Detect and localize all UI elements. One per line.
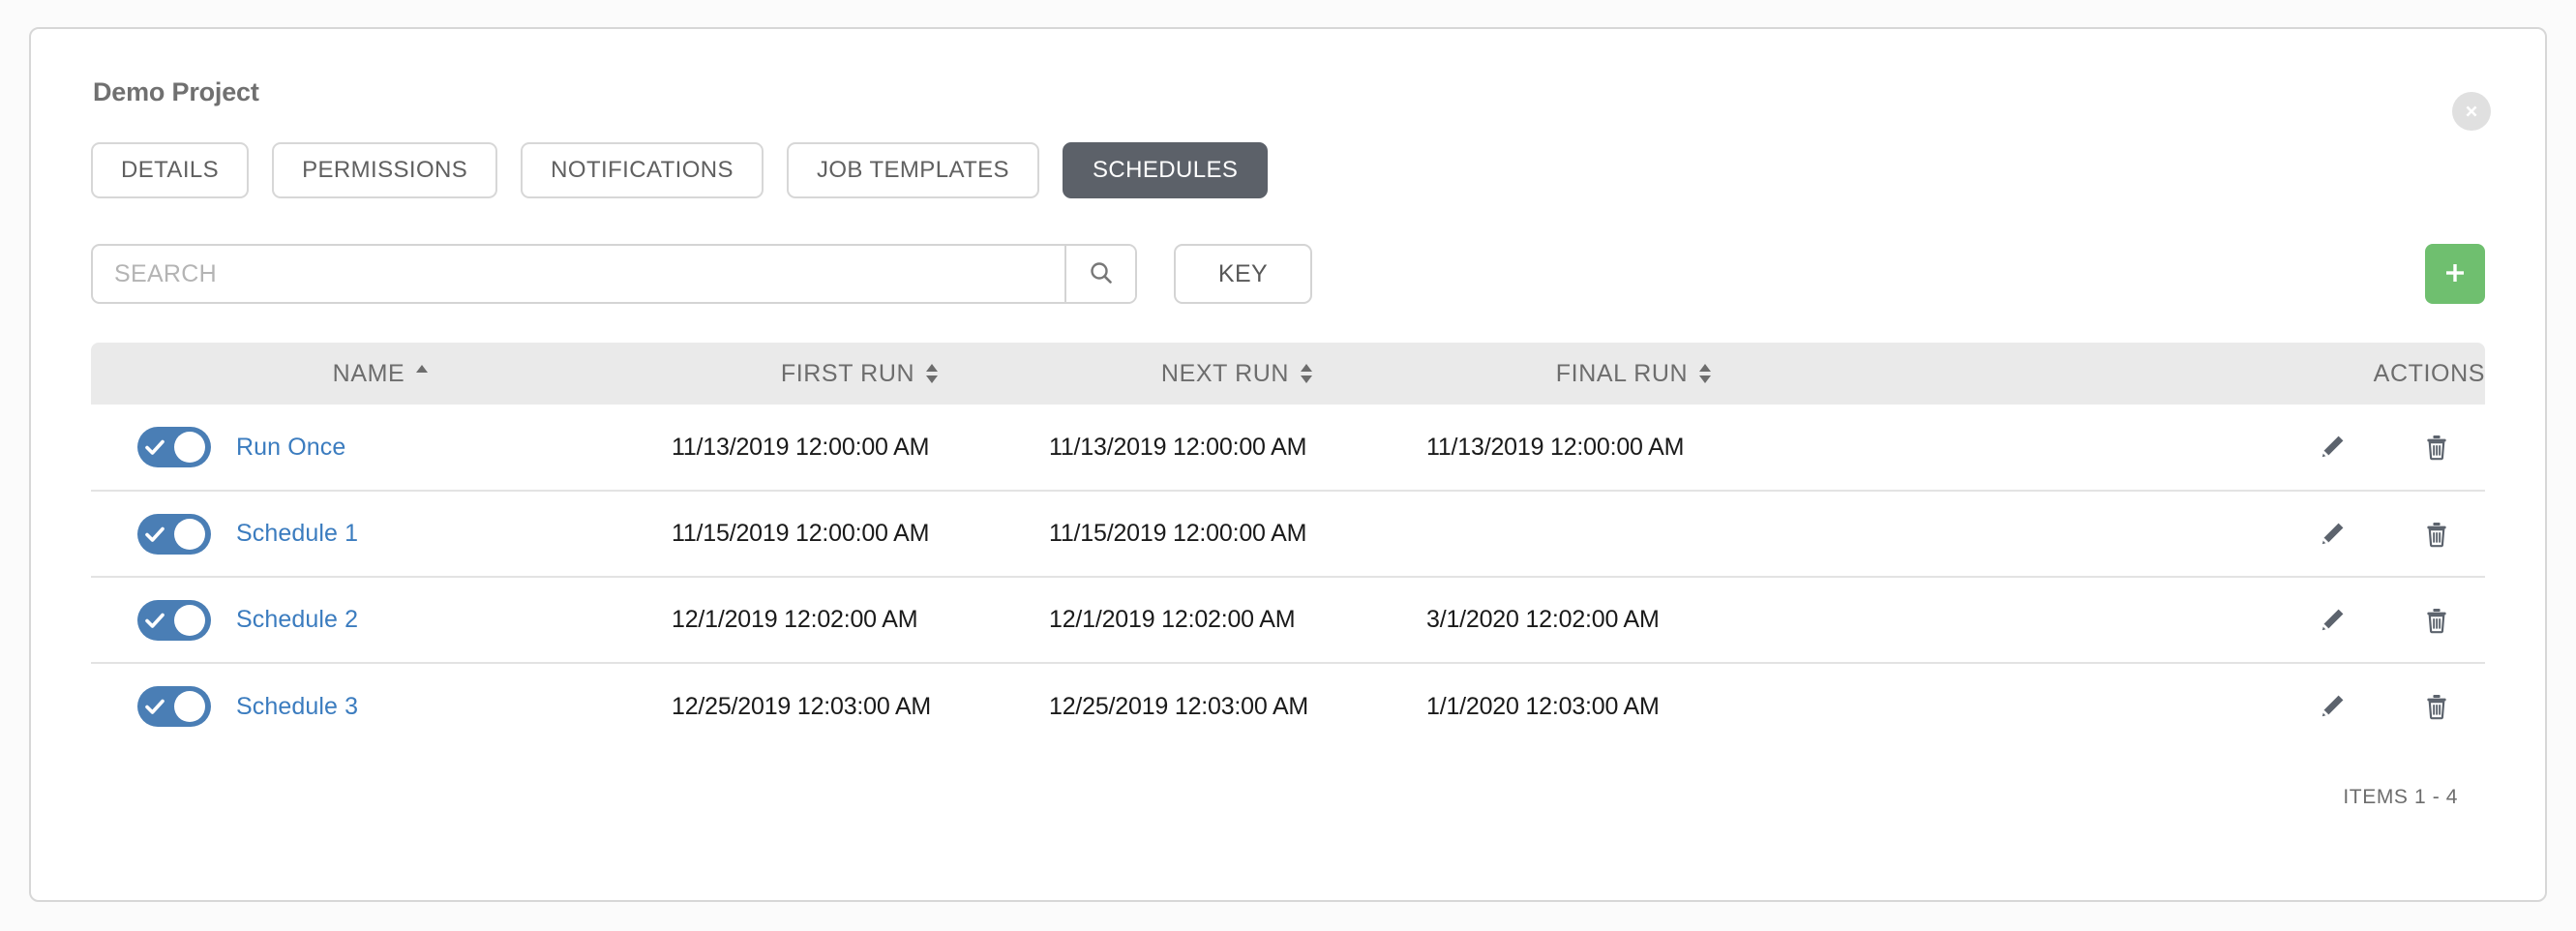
- edit-pencil-icon[interactable]: [2305, 420, 2359, 474]
- close-circle-icon[interactable]: [2452, 92, 2491, 131]
- column-header-name[interactable]: NAME: [91, 343, 672, 405]
- toggle-knob: [174, 691, 205, 722]
- schedule-enabled-toggle[interactable]: [137, 686, 211, 727]
- check-icon: [145, 699, 165, 714]
- cell-final-run: 1/1/2020 12:03:00 AM: [1426, 662, 1842, 749]
- column-header-final-run[interactable]: FINAL RUN: [1426, 343, 1842, 405]
- cell-name: Schedule 3: [91, 662, 672, 749]
- cell-next-run: 12/1/2019 12:02:00 AM: [1049, 576, 1426, 663]
- cell-first-run: 12/1/2019 12:02:00 AM: [672, 576, 1049, 663]
- schedule-name-link[interactable]: Run Once: [236, 434, 345, 462]
- tab-bar: DETAILS PERMISSIONS NOTIFICATIONS JOB TE…: [91, 142, 2485, 198]
- table-header: NAME FIRST RUN NEXT RUN FINAL RUN ACTION…: [91, 343, 2485, 405]
- column-header-next-run[interactable]: NEXT RUN: [1049, 343, 1426, 405]
- items-count-label: ITEMS 1 - 4: [2343, 786, 2458, 808]
- check-icon: [145, 526, 165, 542]
- search-input[interactable]: [93, 246, 1064, 302]
- tab-permissions[interactable]: PERMISSIONS: [272, 142, 498, 198]
- key-button[interactable]: KEY: [1174, 244, 1312, 304]
- cell-final-run: [1426, 490, 1842, 577]
- tab-schedules[interactable]: SCHEDULES: [1062, 142, 1269, 198]
- cell-name: Run Once: [91, 405, 672, 491]
- cell-next-run: 12/25/2019 12:03:00 AM: [1049, 662, 1426, 749]
- table-row: Schedule 2 12/1/2019 12:02:00 AM 12/1/20…: [91, 576, 2485, 663]
- cell-actions: [1842, 490, 2485, 577]
- cell-actions: [1842, 405, 2485, 491]
- tab-notifications[interactable]: NOTIFICATIONS: [521, 142, 764, 198]
- cell-next-run: 11/13/2019 12:00:00 AM: [1049, 433, 1307, 461]
- schedule-enabled-toggle[interactable]: [137, 513, 211, 555]
- search-field-group: [91, 244, 1137, 304]
- delete-trash-icon[interactable]: [2410, 507, 2464, 561]
- table-row: Run Once 11/13/2019 12:00:00 AM 11/13/20…: [91, 405, 2485, 491]
- cell-next-run: 11/15/2019 12:00:00 AM: [1049, 490, 1426, 577]
- schedule-name-link[interactable]: Schedule 3: [236, 693, 358, 721]
- schedule-enabled-toggle[interactable]: [137, 599, 211, 641]
- search-icon: [1088, 259, 1115, 289]
- table-footer: ITEMS 1 - 4: [91, 749, 2485, 809]
- schedule-enabled-toggle[interactable]: [137, 427, 211, 467]
- table-row: Schedule 3 12/25/2019 12:03:00 AM 12/25/…: [91, 662, 2485, 749]
- cell-name: Schedule 1: [91, 490, 672, 577]
- schedule-name-link[interactable]: Schedule 1: [236, 520, 358, 548]
- cell-name: Schedule 2: [91, 576, 672, 663]
- delete-trash-icon[interactable]: [2410, 420, 2464, 474]
- schedule-name-link[interactable]: Schedule 2: [236, 606, 358, 634]
- column-label-final-run: FINAL RUN: [1555, 359, 1689, 387]
- toggle-knob: [174, 518, 205, 550]
- sort-toggle-icon: [1299, 362, 1314, 385]
- add-schedule-button[interactable]: [2425, 244, 2485, 304]
- cell-first-run: 11/15/2019 12:00:00 AM: [672, 490, 1049, 577]
- sort-asc-icon: [414, 360, 430, 388]
- cell-actions: [1842, 662, 2485, 749]
- edit-pencil-icon[interactable]: [2305, 593, 2359, 647]
- edit-pencil-icon[interactable]: [2305, 507, 2359, 561]
- tab-details[interactable]: DETAILS: [91, 142, 250, 198]
- cell-final-run: 11/13/2019 12:00:00 AM: [1426, 433, 1685, 461]
- edit-pencil-icon[interactable]: [2305, 679, 2359, 734]
- sort-toggle-icon: [1697, 362, 1713, 385]
- delete-trash-icon[interactable]: [2410, 593, 2464, 647]
- search-submit-button[interactable]: [1064, 246, 1135, 302]
- plus-icon: [2442, 260, 2468, 288]
- column-header-first-run[interactable]: FIRST RUN: [672, 343, 1049, 405]
- column-header-actions: ACTIONS: [1842, 343, 2485, 405]
- project-detail-card: Demo Project DETAILS PERMISSIONS NOTIFIC…: [29, 27, 2547, 902]
- cell-first-run: 11/13/2019 12:00:00 AM: [672, 433, 930, 461]
- check-icon: [145, 613, 165, 628]
- page-root: Demo Project DETAILS PERMISSIONS NOTIFIC…: [0, 0, 2576, 931]
- toggle-knob: [174, 604, 205, 636]
- table-header-row: NAME FIRST RUN NEXT RUN FINAL RUN ACTION…: [91, 343, 2485, 405]
- sort-toggle-icon: [924, 362, 940, 385]
- column-label-name: NAME: [332, 359, 405, 387]
- table-row: Schedule 1 11/15/2019 12:00:00 AM 11/15/…: [91, 490, 2485, 577]
- delete-trash-icon[interactable]: [2410, 679, 2464, 734]
- column-label-first-run: FIRST RUN: [780, 359, 915, 387]
- cell-final-run: 3/1/2020 12:02:00 AM: [1426, 576, 1842, 663]
- toggle-knob: [174, 432, 205, 463]
- page-title: Demo Project: [93, 77, 259, 106]
- cell-actions: [1842, 576, 2485, 663]
- column-label-next-run: NEXT RUN: [1160, 359, 1290, 387]
- check-icon: [145, 439, 165, 455]
- table-body: Run Once 11/13/2019 12:00:00 AM 11/13/20…: [91, 405, 2485, 749]
- tab-job-templates[interactable]: JOB TEMPLATES: [786, 142, 1039, 198]
- schedules-table: NAME FIRST RUN NEXT RUN FINAL RUN ACTION…: [91, 343, 2485, 749]
- toolbar: KEY: [91, 244, 2485, 304]
- cell-first-run: 12/25/2019 12:03:00 AM: [672, 662, 1049, 749]
